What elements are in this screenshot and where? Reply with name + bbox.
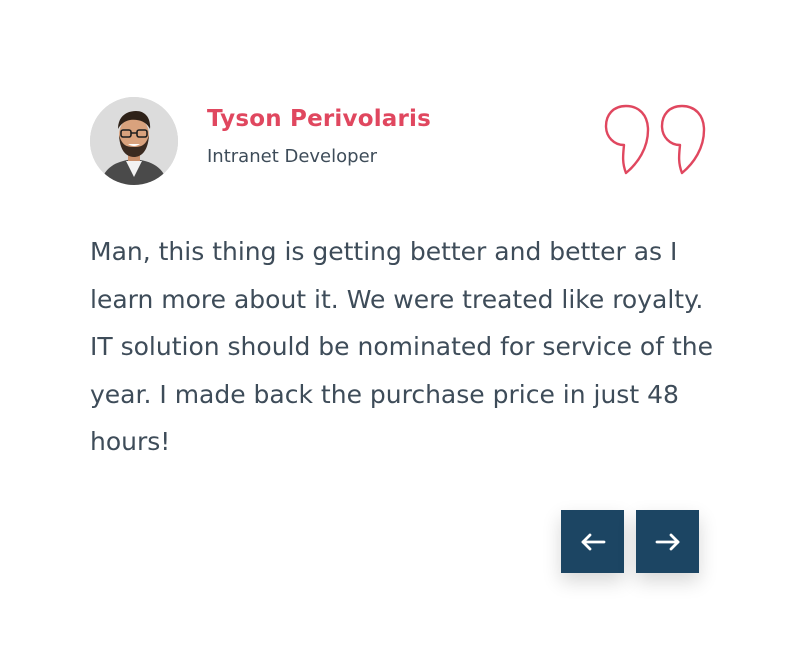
arrow-right-icon [655,533,679,550]
arrow-left-icon [581,533,605,550]
quote-mark-icon [602,103,708,177]
testimonial-author-name: Tyson Perivolaris [207,106,432,132]
avatar [90,97,178,185]
testimonial-author-role: Intranet Developer [207,146,378,167]
next-button[interactable] [636,510,699,573]
person-photo-icon [90,97,178,185]
previous-button[interactable] [561,510,624,573]
testimonial-quote-text: Man, this thing is getting better and be… [90,237,713,456]
